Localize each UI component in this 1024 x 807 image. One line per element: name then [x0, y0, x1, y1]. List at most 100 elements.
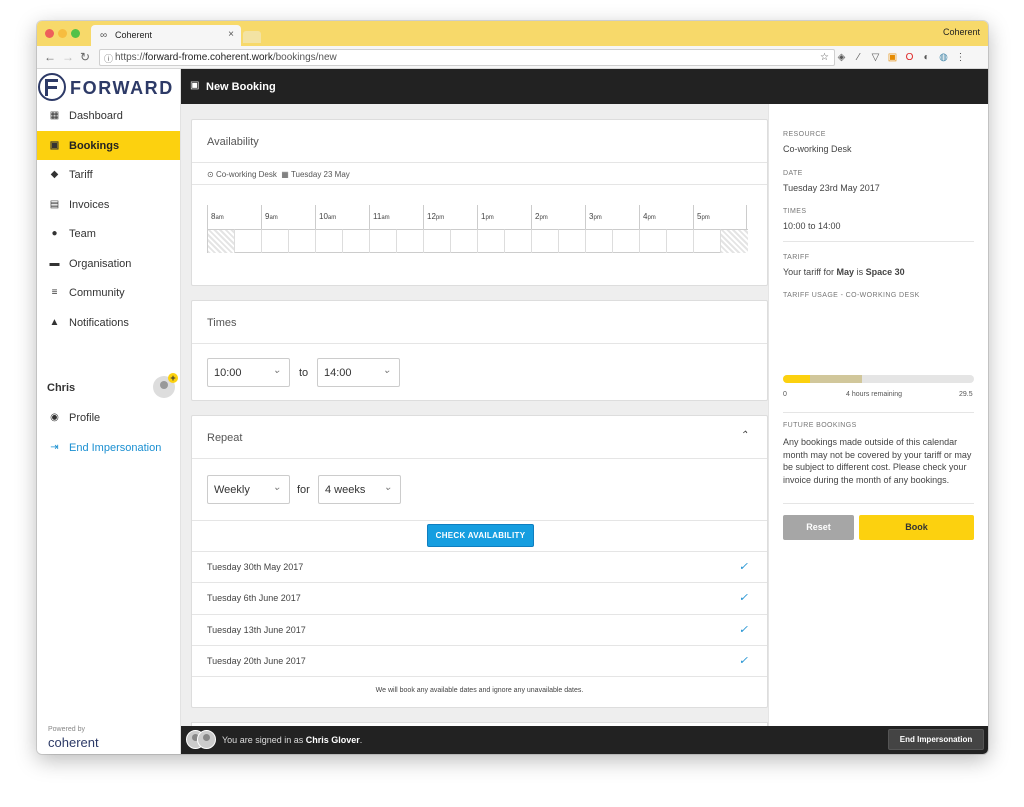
repeat-frequency-select[interactable]: Weekly ⌄ — [207, 475, 290, 504]
tab-title: Coherent — [115, 30, 153, 40]
star-icon[interactable]: ☆ — [819, 52, 830, 63]
repeat-note: We will book any available dates and ign… — [375, 687, 584, 694]
layers-icon[interactable]: ◈ — [836, 52, 847, 63]
info-icon[interactable]: ⓘ — [104, 52, 113, 65]
timeslot[interactable] — [694, 229, 721, 253]
calendar-icon: ▣ — [49, 140, 60, 151]
tariff-usage-bar — [783, 375, 974, 383]
timeslot[interactable] — [397, 229, 424, 253]
sidebar-item-label: Tariff — [69, 168, 93, 181]
divider — [192, 184, 767, 185]
sidebar-item-label: Profile — [69, 411, 101, 424]
sidebar-item-notifications[interactable]: ▲ Notifications — [37, 308, 180, 337]
sidebar-item-organisation[interactable]: ▬ Organisation — [37, 249, 180, 278]
timeslot[interactable] — [343, 229, 370, 253]
pipette-icon[interactable]: ⁄ — [853, 52, 864, 63]
new-tab-button[interactable] — [243, 31, 261, 43]
ghost-icon[interactable]: ◐ — [921, 52, 932, 63]
check-availability-button[interactable]: CHECK AVAILABILITY — [427, 524, 534, 547]
back-icon[interactable]: ← — [44, 50, 56, 64]
sidebar-item-profile[interactable]: ◉ Profile — [37, 403, 180, 432]
forward-icon[interactable]: → — [62, 50, 74, 64]
signed-in-text: You are signed in as Chris Glover. — [222, 735, 363, 745]
timeslot[interactable] — [613, 229, 640, 253]
sidebar-item-end-impersonation[interactable]: ⇥ End Impersonation — [37, 433, 180, 462]
chevron-up-icon[interactable]: ⌃ — [740, 430, 748, 441]
card-header[interactable]: Repeat ⌃ — [192, 416, 767, 459]
timeslot[interactable] — [586, 229, 613, 253]
bell-icon: ▲ — [49, 317, 60, 328]
date-label: DATE — [783, 170, 803, 177]
pocket-icon[interactable]: ▽ — [870, 52, 881, 63]
end-time-select[interactable]: 14:00 ⌄ — [317, 358, 400, 387]
browser-profile-name[interactable]: Coherent — [943, 27, 980, 37]
usage-min: 0 — [783, 391, 787, 398]
impersonation-bar: You are signed in as Chris Glover. End I… — [181, 726, 988, 754]
chevron-down-icon: ⌄ — [272, 365, 281, 376]
tariff-usage-label: TARIFF USAGE - CO-WORKING DESK — [783, 292, 920, 299]
sidebar-item-bookings[interactable]: ▣ Bookings — [37, 131, 180, 160]
avatar — [197, 730, 216, 749]
timeslot[interactable] — [667, 229, 694, 253]
maximize-window-button[interactable] — [71, 29, 80, 38]
globe-icon[interactable]: ◍ — [938, 52, 949, 63]
divider — [192, 676, 767, 677]
availability-timeline[interactable]: 8am 9am 10am 11am 12pm 1pm 2pm 3pm 4pm 5pm — [207, 205, 748, 253]
brand-logo[interactable]: FORWARD — [37, 69, 181, 104]
repeat-duration-select[interactable]: 4 weeks ⌄ — [318, 475, 401, 504]
reset-button[interactable]: Reset — [783, 515, 854, 540]
close-window-button[interactable] — [45, 29, 54, 38]
start-time-select[interactable]: 10:00 ⌄ — [207, 358, 290, 387]
repeat-date: Tuesday 6th June 2017 — [207, 593, 301, 603]
more-icon[interactable]: ⋮ — [955, 52, 966, 63]
timeslot[interactable] — [289, 229, 316, 253]
sidebar-item-label: Community — [69, 286, 125, 299]
timeslot[interactable] — [505, 229, 532, 253]
browser-tab[interactable]: ∞ Coherent × — [91, 25, 241, 46]
timeslot[interactable] — [424, 229, 451, 253]
sidebar-item-dashboard[interactable]: ▦ Dashboard — [37, 101, 180, 130]
sidebar: FORWARD ▦ Dashboard ▣ Bookings ◆ Tariff ▤ In… — [37, 69, 181, 754]
brand-name: FORWARD — [70, 78, 174, 98]
reload-icon[interactable]: ↻ — [80, 50, 90, 64]
extensions-area: ☆ ◈ ⁄ ▽ ▣ O ◐ ◍ ⋮ — [819, 50, 966, 64]
repeat-date-row: Tuesday 30th May 2017 ✓ — [192, 551, 767, 582]
availability-meta: ⊙ Co-working Desk ▦ Tuesday 23 May — [207, 170, 350, 179]
repeat-date-row: Tuesday 20th June 2017 ✓ — [192, 645, 767, 676]
minimize-window-button[interactable] — [58, 29, 67, 38]
start-time-value: 10:00 — [214, 367, 242, 379]
timeslot[interactable] — [316, 229, 343, 253]
off-badge-icon[interactable]: ▣ — [887, 52, 898, 63]
timeslot[interactable] — [451, 229, 478, 253]
add-icon[interactable]: + — [168, 373, 178, 383]
coherent-logo[interactable]: coherent — [48, 735, 99, 750]
book-button[interactable]: Book — [859, 515, 974, 540]
chevron-down-icon: ⌄ — [383, 482, 392, 493]
hour-label: 11am — [370, 205, 424, 229]
tab-close-icon[interactable]: × — [228, 29, 234, 40]
sidebar-item-invoices[interactable]: ▤ Invoices — [37, 190, 180, 219]
sidebar-item-community[interactable]: ≡ Community — [37, 278, 180, 307]
timeslot[interactable] — [532, 229, 559, 253]
sidebar-item-tariff[interactable]: ◆ Tariff — [37, 160, 180, 189]
timeslot[interactable] — [478, 229, 505, 253]
timeslot[interactable] — [370, 229, 397, 253]
end-impersonation-button[interactable]: End Impersonation — [888, 729, 984, 750]
location-icon: ⊙ — [207, 170, 214, 179]
timeslot[interactable] — [235, 229, 262, 253]
timeslot[interactable] — [640, 229, 667, 253]
usage-booking-fill — [810, 375, 862, 383]
times-value: 10:00 to 14:00 — [783, 221, 841, 231]
user-avatar[interactable]: + — [153, 373, 178, 398]
address-bar[interactable]: ⓘ https://forward-frome.coherent.work/bo… — [99, 49, 835, 66]
availability-date: Tuesday 23 May — [290, 170, 350, 179]
calendar-icon: ▦ — [281, 170, 289, 179]
opera-icon[interactable]: O — [904, 52, 915, 63]
chevron-down-icon: ⌄ — [272, 482, 281, 493]
repeat-card: Repeat ⌃ Weekly ⌄ for 4 weeks ⌄ CHECK AVAIL… — [191, 415, 768, 708]
timeslot[interactable] — [262, 229, 289, 253]
sidebar-item-team[interactable]: ● Team — [37, 219, 180, 248]
timeslot[interactable] — [559, 229, 586, 253]
document-icon: ▤ — [49, 199, 60, 210]
repeat-duration-value: 4 weeks — [325, 484, 366, 496]
